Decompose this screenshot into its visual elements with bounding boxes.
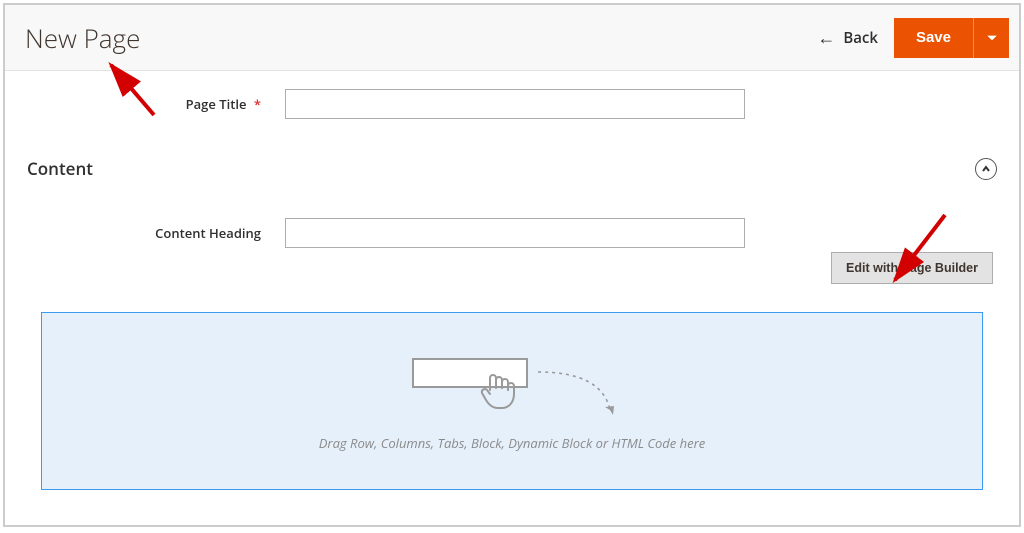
- page-title-input[interactable]: [285, 89, 745, 119]
- back-button[interactable]: ← Back: [801, 26, 894, 50]
- content-heading-input[interactable]: [285, 218, 745, 248]
- save-button[interactable]: Save: [894, 18, 973, 58]
- page-title: New Page: [25, 20, 801, 56]
- page-title-section: Page Title *: [5, 71, 1019, 137]
- page-header: New Page ← Back Save: [5, 5, 1019, 71]
- required-asterisk: *: [254, 95, 261, 113]
- back-label: Back: [843, 28, 878, 48]
- edit-with-page-builder-button[interactable]: Edit with Page Builder: [831, 252, 993, 284]
- content-section-title: Content: [27, 157, 975, 180]
- content-section-header[interactable]: Content: [5, 137, 1019, 198]
- content-heading-label: Content Heading: [25, 224, 285, 242]
- hand-drag-icon: [476, 368, 522, 414]
- dropzone-text: Drag Row, Columns, Tabs, Block, Dynamic …: [319, 434, 705, 452]
- chevron-down-icon: [986, 32, 998, 44]
- chevron-up-icon: [981, 164, 991, 174]
- back-arrow-icon: ←: [817, 26, 835, 50]
- page-builder-dropzone[interactable]: Drag Row, Columns, Tabs, Block, Dynamic …: [41, 312, 983, 490]
- page-title-label: Page Title *: [25, 95, 285, 113]
- content-heading-row: Content Heading: [25, 218, 999, 248]
- dropzone-illustration: [402, 350, 622, 420]
- collapse-button[interactable]: [975, 158, 997, 180]
- save-dropdown-button[interactable]: [973, 18, 1009, 58]
- page-title-row: Page Title *: [25, 89, 999, 119]
- curve-arrow-icon: [532, 364, 632, 424]
- content-section-body: Content Heading Edit with Page Builder: [5, 198, 1019, 500]
